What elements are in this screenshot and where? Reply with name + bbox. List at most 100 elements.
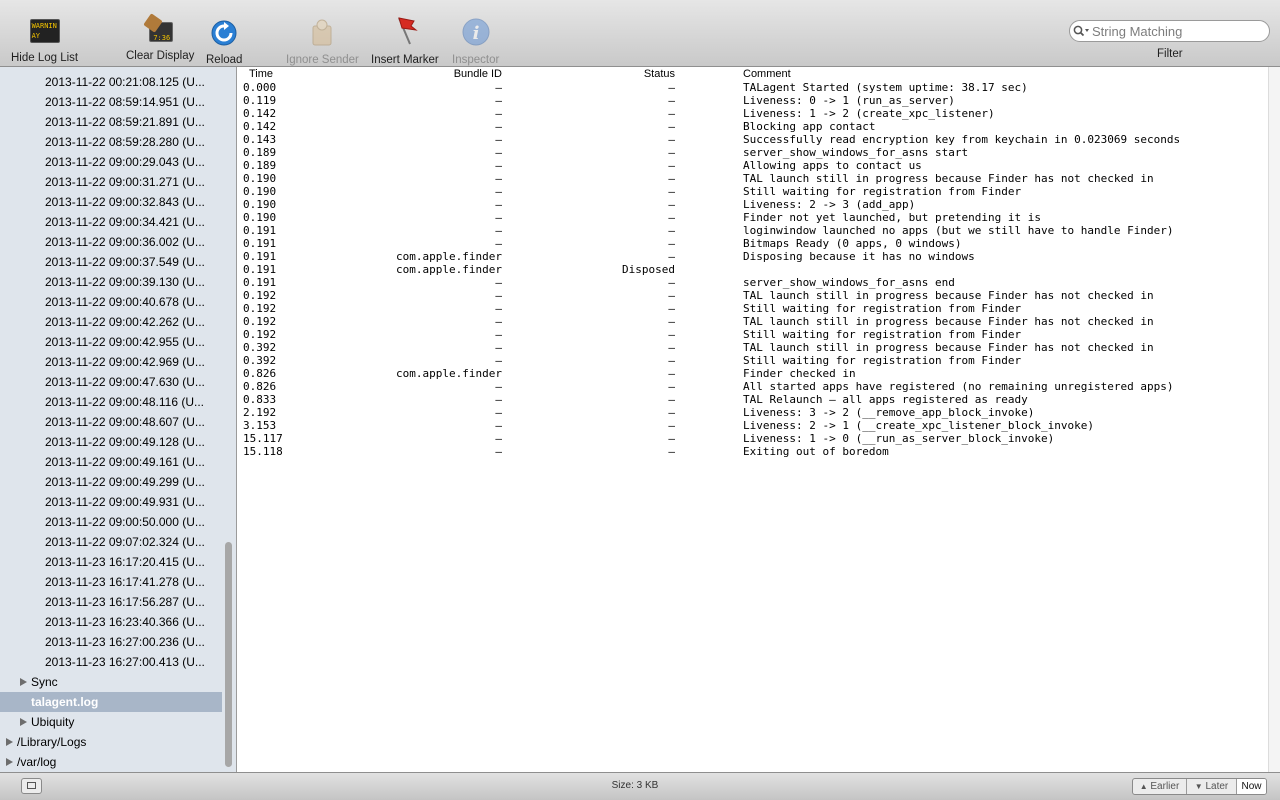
column-header-time[interactable]: Time [249, 68, 273, 80]
log-row[interactable]: 0.189 – – server_show_windows_for_asns star… [238, 146, 1268, 159]
log-row[interactable]: 0.191 – – Bitmaps Ready (0 apps, 0 windows) [238, 237, 1268, 250]
sidebar-log-entry[interactable]: 2013-11-22 09:00:40.678 (U... [0, 292, 222, 312]
log-row[interactable]: 0.833 – – TAL Relaunch – all apps registere… [238, 393, 1268, 406]
log-row[interactable]: 0.826 – – All started apps have registered … [238, 380, 1268, 393]
sidebar-item-var-log[interactable]: /var/log [0, 752, 222, 772]
log-row[interactable]: 0.392 – – Still waiting for registration fr… [238, 354, 1268, 367]
log-row[interactable]: 0.190 – – TAL launch still in progress beca… [238, 172, 1268, 185]
log-status-cell: – [668, 367, 675, 380]
sidebar-log-entry[interactable]: 2013-11-22 09:00:42.969 (U... [0, 352, 222, 372]
log-row[interactable]: 0.190 – – Still waiting for registration fr… [238, 185, 1268, 198]
sidebar-log-entry[interactable]: 2013-11-22 09:00:42.262 (U... [0, 312, 222, 332]
sidebar-item-label: 2013-11-22 09:00:49.299 (U... [45, 475, 205, 489]
sidebar-log-entry[interactable]: 2013-11-23 16:17:56.287 (U... [0, 592, 222, 612]
sidebar-log-entry[interactable]: 2013-11-22 09:00:34.421 (U... [0, 212, 222, 232]
disclosure-triangle-icon[interactable] [6, 757, 13, 766]
sidebar-log-entry[interactable]: 2013-11-22 09:00:47.630 (U... [0, 372, 222, 392]
clear-display-button[interactable]: 7:36 Clear Display [126, 13, 194, 62]
log-bundle-cell: – [495, 406, 502, 419]
sidebar-log-entry[interactable]: 2013-11-22 09:00:49.299 (U... [0, 472, 222, 492]
log-row[interactable]: 0.192 – – TAL launch still in progress beca… [238, 315, 1268, 328]
log-row[interactable]: 0.192 – – TAL launch still in progress beca… [238, 289, 1268, 302]
sidebar-log-entry[interactable]: 2013-11-22 08:59:28.280 (U... [0, 132, 222, 152]
log-row[interactable]: 0.191 – – loginwindow launched no apps (but… [238, 224, 1268, 237]
log-row[interactable]: 15.117 – – Liveness: 1 -> 0 (__run_as_serve… [238, 432, 1268, 445]
log-comment-cell: TAL launch still in progress because Fin… [743, 341, 1154, 354]
sidebar-log-entry[interactable]: 2013-11-22 09:07:02.324 (U... [0, 532, 222, 552]
search-field[interactable] [1069, 20, 1270, 42]
log-time-cell: 0.191 [243, 224, 277, 237]
log-row[interactable]: 0.826 com.apple.finder – Finder checked in [238, 367, 1268, 380]
log-row[interactable]: 0.190 – – Liveness: 2 -> 3 (add_app) [238, 198, 1268, 211]
sidebar-item-library-logs[interactable]: /Library/Logs [0, 732, 222, 752]
search-input[interactable] [1092, 23, 1252, 39]
log-row[interactable]: 0.119 – – Liveness: 0 -> 1 (run_as_server) [238, 94, 1268, 107]
log-time-cell: 0.142 [243, 120, 277, 133]
log-row[interactable]: 3.153 – – Liveness: 2 -> 1 (__create_xpc_li… [238, 419, 1268, 432]
disclosure-triangle-icon[interactable] [6, 737, 13, 746]
sidebar-log-entry[interactable]: 2013-11-22 09:00:49.128 (U... [0, 432, 222, 452]
log-row[interactable]: 15.118 – – Exiting out of boredom [238, 445, 1268, 458]
sidebar-log-entry[interactable]: 2013-11-22 09:00:49.931 (U... [0, 492, 222, 512]
sidebar-log-entry[interactable]: 2013-11-22 09:00:50.000 (U... [0, 512, 222, 532]
sidebar-log-entry[interactable]: 2013-11-23 16:17:41.278 (U... [0, 572, 222, 592]
log-row[interactable]: 0.191 com.apple.finder – Disposing because … [238, 250, 1268, 263]
sidebar-log-entry[interactable]: 2013-11-22 09:00:48.116 (U... [0, 392, 222, 412]
log-scrollbar[interactable] [1268, 67, 1280, 772]
now-button[interactable]: Now [1237, 779, 1266, 794]
inspector-button[interactable]: i Inspector [452, 16, 499, 66]
disclosure-triangle-icon[interactable] [20, 717, 27, 726]
sidebar-log-entry[interactable]: 2013-11-22 08:59:14.951 (U... [0, 92, 222, 112]
log-row[interactable]: 0.000 – – TALagent Started (system uptime: … [238, 81, 1268, 94]
sidebar-log-entry[interactable]: 2013-11-22 09:00:37.549 (U... [0, 252, 222, 272]
log-row[interactable]: 0.142 – – Liveness: 1 -> 2 (create_xpc_list… [238, 107, 1268, 120]
insert-marker-button[interactable]: Insert Marker [371, 14, 439, 66]
ignore-sender-button[interactable]: Ignore Sender [286, 16, 359, 66]
log-row[interactable]: 0.189 – – Allowing apps to contact us [238, 159, 1268, 172]
later-button[interactable]: ▼ Later [1187, 779, 1237, 794]
sidebar-item-sync[interactable]: Sync [0, 672, 222, 692]
log-row[interactable]: 0.142 – – Blocking app contact [238, 120, 1268, 133]
sidebar-log-entry[interactable]: 2013-11-23 16:27:00.236 (U... [0, 632, 222, 652]
sidebar-log-entry[interactable]: 2013-11-22 00:21:08.125 (U... [0, 72, 222, 92]
log-bundle-cell: – [495, 120, 502, 133]
reload-button[interactable]: Reload [206, 17, 242, 66]
log-table: Time Bundle ID Status Comment 0.000– – TAL… [238, 67, 1268, 772]
sidebar-log-entry[interactable]: 2013-11-22 09:00:49.161 (U... [0, 452, 222, 472]
sidebar-scrollbar[interactable] [225, 542, 232, 767]
status-bar: Size: 3 KB ▲ Earlier ▼ Later Now [0, 772, 1280, 800]
sidebar-item-label: 2013-11-22 09:00:42.955 (U... [45, 335, 205, 349]
earlier-button[interactable]: ▲ Earlier [1133, 779, 1187, 794]
sidebar-item-talagent-log[interactable]: talagent.log [0, 692, 222, 712]
sidebar-log-entry[interactable]: 2013-11-22 09:00:42.955 (U... [0, 332, 222, 352]
reload-icon [207, 17, 241, 49]
log-row[interactable]: 0.143 – – Successfully read encryption key … [238, 133, 1268, 146]
sidebar-log-entry[interactable]: 2013-11-22 09:00:36.002 (U... [0, 232, 222, 252]
log-bundle-cell: – [495, 94, 502, 107]
sidebar-log-entry[interactable]: 2013-11-23 16:17:20.415 (U... [0, 552, 222, 572]
sidebar-log-entry[interactable]: 2013-11-23 16:23:40.366 (U... [0, 612, 222, 632]
sidebar-log-entry[interactable]: 2013-11-22 09:00:48.607 (U... [0, 412, 222, 432]
column-header-bundle-id[interactable]: Bundle ID [358, 68, 502, 80]
sidebar-item-ubiquity[interactable]: Ubiquity [0, 712, 222, 732]
sidebar-item-label: 2013-11-22 09:00:39.130 (U... [45, 275, 205, 289]
sidebar-log-entry[interactable]: 2013-11-22 09:00:39.130 (U... [0, 272, 222, 292]
log-time-cell: 0.826 [243, 367, 277, 380]
column-header-status[interactable]: Status [575, 68, 675, 80]
column-header-comment[interactable]: Comment [743, 68, 791, 80]
sidebar-log-entry[interactable]: 2013-11-22 09:00:32.843 (U... [0, 192, 222, 212]
disclosure-triangle-icon[interactable] [20, 677, 27, 686]
hide-log-list-button[interactable]: WARNIN AY 7:36 Hide Log List [11, 18, 78, 64]
log-bundle-cell: – [495, 133, 502, 146]
log-row[interactable]: 0.191 com.apple.finder Disposed [238, 263, 1268, 276]
sidebar-log-entry[interactable]: 2013-11-22 09:00:29.043 (U... [0, 152, 222, 172]
log-row[interactable]: 0.191 – – server_show_windows_for_asns end [238, 276, 1268, 289]
log-row[interactable]: 2.192 – – Liveness: 3 -> 2 (__remove_app_bl… [238, 406, 1268, 419]
log-row[interactable]: 0.392 – – TAL launch still in progress beca… [238, 341, 1268, 354]
log-row[interactable]: 0.192 – – Still waiting for registration fr… [238, 328, 1268, 341]
log-row[interactable]: 0.190 – – Finder not yet launched, but pret… [238, 211, 1268, 224]
sidebar-log-entry[interactable]: 2013-11-22 08:59:21.891 (U... [0, 112, 222, 132]
sidebar-log-entry[interactable]: 2013-11-23 16:27:00.413 (U... [0, 652, 222, 672]
sidebar-log-entry[interactable]: 2013-11-22 09:00:31.271 (U... [0, 172, 222, 192]
log-row[interactable]: 0.192 – – Still waiting for registration fr… [238, 302, 1268, 315]
